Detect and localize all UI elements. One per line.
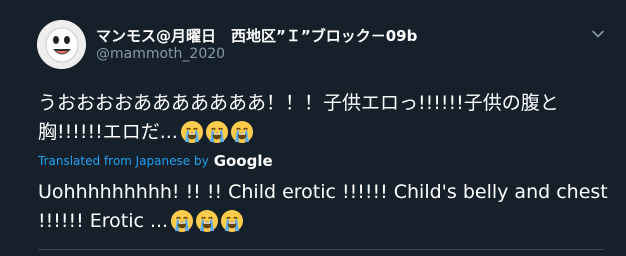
original-text: うおおおおあああああああ！！！子供エロっ!!!!!!子供の腹と胸!!!!!!エロ… bbox=[38, 92, 559, 143]
display-name[interactable]: マンモス@月曜日 西地区”Ｉ”ブロック－09b bbox=[96, 25, 417, 46]
emoji-group bbox=[170, 209, 245, 233]
avatar[interactable] bbox=[37, 20, 86, 69]
loudly-crying-face-icon bbox=[170, 209, 194, 233]
tweet-card: マンモス@月曜日 西地区”Ｉ”ブロック－09b @mammoth_2020 うお… bbox=[0, 0, 626, 256]
translated-by-label[interactable]: Translated from Japanese by bbox=[38, 154, 209, 168]
divider bbox=[38, 249, 604, 250]
google-logo: Google bbox=[213, 152, 273, 170]
translation-attribution: Translated from Japanese by Google bbox=[38, 152, 273, 170]
loudly-crying-face-icon bbox=[195, 209, 219, 233]
loudly-crying-face-icon bbox=[205, 120, 229, 144]
translated-text: Uohhhhhhhhh! !! !! Child erotic !!!!!! C… bbox=[38, 181, 608, 232]
loudly-crying-face-icon bbox=[230, 120, 254, 144]
user-handle[interactable]: @mammoth_2020 bbox=[96, 46, 225, 62]
loudly-crying-face-icon bbox=[180, 120, 204, 144]
tweet-translated-text: Uohhhhhhhhh! !! !! Child erotic !!!!!! C… bbox=[38, 178, 608, 236]
chevron-down-icon[interactable] bbox=[591, 26, 605, 40]
tweet-original-text: うおおおおあああああああ！！！子供エロっ!!!!!!子供の腹と胸!!!!!!エロ… bbox=[38, 89, 608, 147]
loudly-crying-face-icon bbox=[220, 209, 244, 233]
cartoon-face-icon bbox=[37, 20, 86, 69]
emoji-group bbox=[180, 120, 255, 144]
